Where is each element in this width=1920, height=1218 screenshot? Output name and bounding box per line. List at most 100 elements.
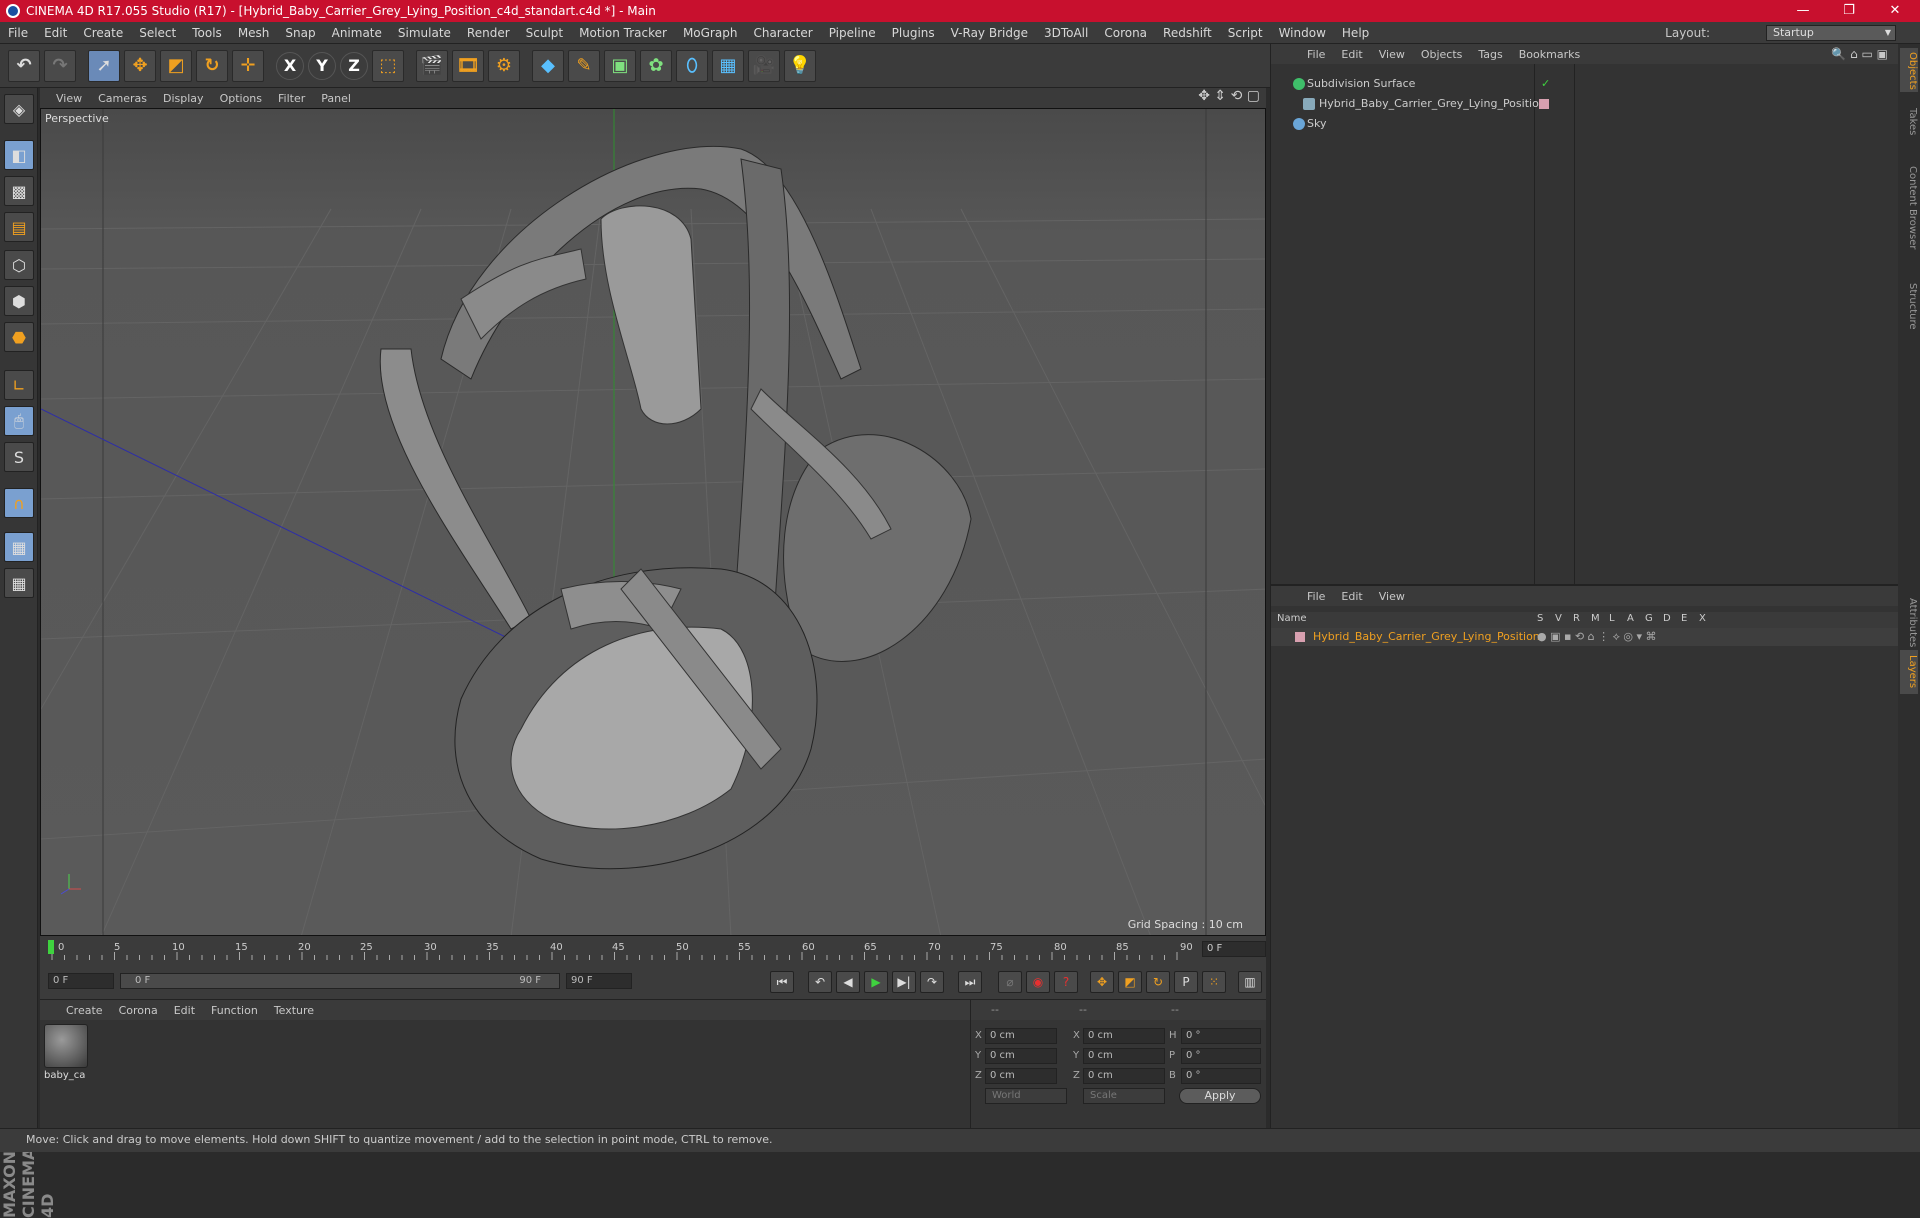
- points-mode-icon[interactable]: ⬡: [4, 250, 34, 280]
- camera-icon[interactable]: 🎥: [748, 49, 780, 82]
- go-to-start-icon[interactable]: ⏮: [770, 971, 794, 993]
- layer-color-swatch[interactable]: [1295, 632, 1305, 642]
- scale-tool-icon[interactable]: ◩: [160, 49, 192, 82]
- object-name[interactable]: Sky: [1307, 114, 1326, 134]
- workplane-mode-icon[interactable]: ▤: [4, 212, 34, 242]
- viewport-menu-filter[interactable]: Filter: [270, 92, 313, 105]
- menu-window[interactable]: Window: [1271, 22, 1334, 44]
- x-axis-lock-button[interactable]: X: [276, 51, 304, 80]
- key-parameter-icon[interactable]: P: [1174, 971, 1198, 993]
- next-key-icon[interactable]: ↷: [920, 971, 944, 993]
- make-editable-icon[interactable]: ◈: [4, 94, 34, 124]
- cube-primitive-icon[interactable]: ◆: [532, 49, 564, 82]
- solo-mode-icon[interactable]: S: [4, 442, 34, 472]
- menu-motion-tracker[interactable]: Motion Tracker: [571, 22, 675, 44]
- object-manager-search-icons[interactable]: 🔍 ⌂ ▭ ▣: [1831, 47, 1888, 61]
- maximize-button[interactable]: ❐: [1826, 0, 1872, 22]
- object-name[interactable]: Hybrid_Baby_Carrier_Grey_Lying_Position: [1319, 94, 1546, 114]
- move-tool-icon[interactable]: ✥: [124, 49, 156, 82]
- layer-row[interactable]: Hybrid_Baby_Carrier_Grey_Lying_Position …: [1271, 628, 1899, 646]
- rotate-tool-icon[interactable]: ↻: [196, 49, 228, 82]
- menu-character[interactable]: Character: [745, 22, 820, 44]
- objects-menu-tags[interactable]: Tags: [1470, 48, 1510, 61]
- redo-icon[interactable]: ↷: [44, 49, 76, 82]
- size-x-field[interactable]: 0 cm: [1083, 1028, 1165, 1044]
- size-mode-dropdown[interactable]: Scale: [1083, 1088, 1165, 1104]
- menu-file[interactable]: File: [0, 22, 36, 44]
- menu-snap[interactable]: Snap: [277, 22, 323, 44]
- rot-h-field[interactable]: 0 °: [1181, 1028, 1261, 1044]
- key-scale-icon[interactable]: ◩: [1118, 971, 1142, 993]
- workplane-lock-icon[interactable]: ▦: [4, 532, 34, 562]
- timeline-ruler[interactable]: 0 5 10 15 20 25 30 35 40 45 50 55 60 65 …: [40, 936, 1266, 962]
- tab-objects[interactable]: Objects: [1900, 48, 1918, 92]
- menu-select[interactable]: Select: [131, 22, 184, 44]
- material-name[interactable]: baby_ca: [44, 1070, 85, 1081]
- viewport-menu-view[interactable]: View: [48, 92, 90, 105]
- preview-range-slider[interactable]: 0 F 90 F: [120, 973, 560, 989]
- material-menu-corona[interactable]: Corona: [111, 1004, 166, 1017]
- polygons-mode-icon[interactable]: ⬣: [4, 322, 34, 352]
- key-rotation-icon[interactable]: ↻: [1146, 971, 1170, 993]
- objects-menu-view[interactable]: View: [1371, 48, 1413, 61]
- material-menu-edit[interactable]: Edit: [166, 1004, 203, 1017]
- previous-key-icon[interactable]: ↶: [808, 971, 832, 993]
- coordinate-space-dropdown[interactable]: World: [985, 1088, 1067, 1104]
- layers-menu-edit[interactable]: Edit: [1333, 590, 1370, 603]
- pos-y-field[interactable]: 0 cm: [985, 1048, 1057, 1064]
- current-frame-field[interactable]: 0 F: [1202, 941, 1266, 957]
- y-axis-lock-button[interactable]: Y: [308, 51, 336, 80]
- live-selection-icon[interactable]: ➚: [88, 49, 120, 82]
- menu-mograph[interactable]: MoGraph: [675, 22, 746, 44]
- array-mograph-icon[interactable]: ✿: [640, 49, 672, 82]
- menu-create[interactable]: Create: [75, 22, 131, 44]
- transform-tool-icon[interactable]: ✛: [232, 49, 264, 82]
- key-pla-icon[interactable]: ⁙: [1202, 971, 1226, 993]
- menu-mesh[interactable]: Mesh: [230, 22, 278, 44]
- perspective-viewport[interactable]: Perspective Grid Spacing : 10 cm: [40, 108, 1266, 936]
- layers-menu-view[interactable]: View: [1371, 590, 1413, 603]
- menu-redshift[interactable]: Redshift: [1155, 22, 1220, 44]
- minimize-button[interactable]: —: [1780, 0, 1826, 22]
- viewport-menu-display[interactable]: Display: [155, 92, 212, 105]
- snapping-icon[interactable]: ∩: [4, 488, 34, 518]
- key-position-icon[interactable]: ✥: [1090, 971, 1114, 993]
- floor-scene-icon[interactable]: ▦: [712, 49, 744, 82]
- menu-vray-bridge[interactable]: V-Ray Bridge: [943, 22, 1036, 44]
- object-name[interactable]: Subdivision Surface: [1307, 74, 1415, 94]
- menu-script[interactable]: Script: [1220, 22, 1271, 44]
- previous-frame-icon[interactable]: ◀: [836, 971, 860, 993]
- render-picture-viewer-icon[interactable]: 🎞: [452, 49, 484, 82]
- axis-mode-icon[interactable]: ∟: [4, 370, 34, 400]
- keyframe-selection-icon[interactable]: ?: [1054, 971, 1078, 993]
- tab-structure[interactable]: Structure: [1900, 276, 1918, 336]
- menu-render[interactable]: Render: [459, 22, 518, 44]
- menu-pipeline[interactable]: Pipeline: [821, 22, 884, 44]
- edges-mode-icon[interactable]: ⬢: [4, 286, 34, 316]
- z-axis-lock-button[interactable]: Z: [340, 51, 368, 80]
- material-thumbnail[interactable]: [44, 1024, 88, 1068]
- material-menu-function[interactable]: Function: [203, 1004, 266, 1017]
- tab-layers[interactable]: Layers: [1900, 650, 1918, 694]
- tab-content-browser[interactable]: Content Browser: [1900, 148, 1918, 268]
- record-keys-icon[interactable]: ⌀: [998, 971, 1022, 993]
- size-z-field[interactable]: 0 cm: [1083, 1068, 1165, 1084]
- layer-name[interactable]: Hybrid_Baby_Carrier_Grey_Lying_Position: [1313, 628, 1540, 646]
- grid-snap-icon[interactable]: ▦: [4, 568, 34, 598]
- play-icon[interactable]: ▶: [864, 971, 888, 993]
- tab-takes[interactable]: Takes: [1900, 102, 1918, 142]
- undo-icon[interactable]: ↶: [8, 49, 40, 82]
- object-row-subdivision-surface[interactable]: Subdivision Surface ✓: [1271, 74, 1899, 94]
- pos-x-field[interactable]: 0 cm: [985, 1028, 1057, 1044]
- material-menu-create[interactable]: Create: [58, 1004, 111, 1017]
- menu-plugins[interactable]: Plugins: [884, 22, 943, 44]
- enabled-check-icon[interactable]: ✓: [1541, 74, 1550, 94]
- objects-menu-objects[interactable]: Objects: [1413, 48, 1471, 61]
- next-frame-icon[interactable]: ▶|: [892, 971, 916, 993]
- viewport-menu-panel[interactable]: Panel: [313, 92, 359, 105]
- objects-menu-file[interactable]: File: [1299, 48, 1333, 61]
- render-view-icon[interactable]: 🎬: [416, 49, 448, 82]
- menu-tools[interactable]: Tools: [184, 22, 230, 44]
- auto-keying-icon[interactable]: ◉: [1026, 971, 1050, 993]
- tweak-mode-icon[interactable]: 🖱: [4, 406, 34, 436]
